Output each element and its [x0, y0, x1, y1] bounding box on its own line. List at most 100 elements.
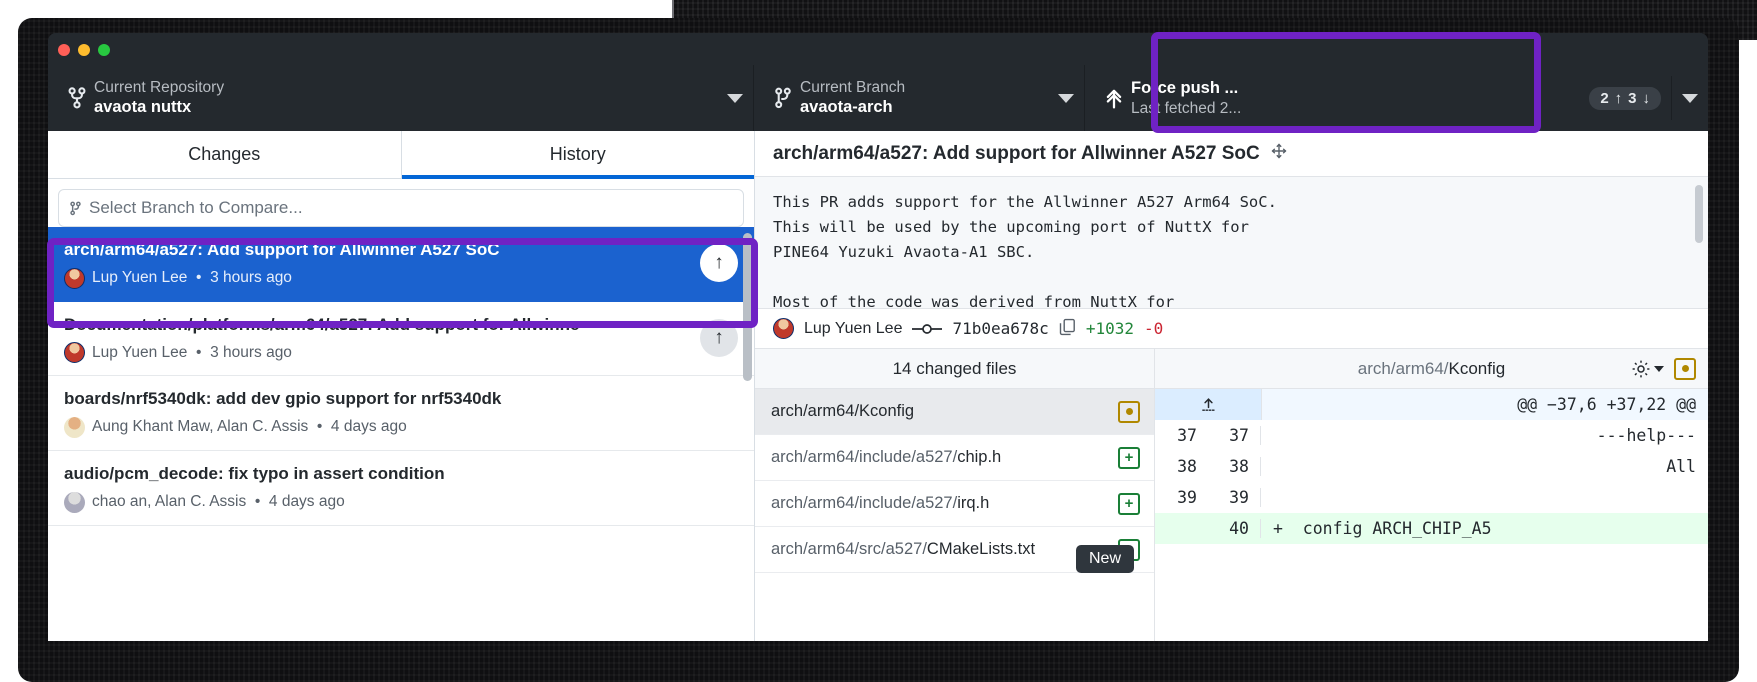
file-path: arch/arm64/src/a527/CMakeLists.txt	[771, 540, 1118, 559]
commit-author: Lup Yuen Lee	[92, 269, 188, 287]
avatar	[64, 267, 85, 289]
commit-list-item-3[interactable]: audio/pcm_decode: fix typo in assert con…	[48, 450, 754, 526]
commit-author-time: Lup Yuen Lee • 3 hours ago	[92, 269, 292, 287]
main-body: Changes History Select Branch to Compare…	[48, 131, 1708, 641]
commit-title: arch/arm64/a527: Add support for Allwinn…	[64, 240, 500, 259]
commit-time: 4 days ago	[330, 418, 407, 436]
branch-chevron-down-icon[interactable]	[1058, 93, 1074, 103]
file-row[interactable]: arch/arm64/Kconfig	[755, 389, 1154, 435]
close-window-button[interactable]	[58, 44, 70, 56]
select-branch-to-compare-input[interactable]: Select Branch to Compare...	[58, 189, 744, 227]
diff-new-line-number: 38	[1208, 457, 1261, 476]
pane-tabs: Changes History	[48, 131, 754, 179]
commit-push-button-0[interactable]: ↑	[700, 244, 738, 283]
arrow-up-icon: ↑	[714, 252, 724, 274]
file-row[interactable]: arch/arm64/include/a527/irq.h +	[755, 481, 1154, 527]
tab-changes-label: Changes	[188, 144, 261, 164]
commit-author: Lup Yuen Lee	[92, 343, 188, 361]
file-directory: arch/arm64/src/a527/	[771, 540, 927, 558]
commit-content-1: Documentation/platforms/arm64/a527: Add …	[64, 313, 688, 364]
file-status-new-icon: +	[1118, 446, 1140, 469]
commit-meta: chao an, Alan C. Assis • 4 days ago	[64, 491, 738, 513]
ahead-behind-badge: 2 ↑ 3 ↓	[1589, 86, 1661, 110]
app-toolbar: Current Repository avaota nuttx Current …	[48, 65, 1708, 131]
commit-sha[interactable]: 71b0ea678c	[952, 319, 1048, 338]
current-repository-label: Current Repository	[94, 78, 225, 96]
chevron-down-icon	[1654, 365, 1664, 372]
file-row[interactable]: arch/arm64/include/a527/chip.h +	[755, 435, 1154, 481]
commit-identity-row: Lup Yuen Lee 71b0ea678c +1032 -0	[755, 309, 1708, 349]
file-path: arch/arm64/Kconfig	[771, 402, 1118, 421]
current-branch-value: avaota-arch	[800, 97, 893, 116]
current-repository-value: avaota nuttx	[94, 97, 192, 116]
diff-hunk-header-row[interactable]: @@ −37,6 +37,22 @@	[1155, 389, 1708, 420]
commit-list-scrollbar[interactable]	[743, 233, 752, 381]
ahead-count: 2	[1600, 89, 1609, 107]
diff-new-line-number: 39	[1208, 488, 1261, 507]
diff-old-line-number: 39	[1177, 488, 1197, 507]
arrow-down-icon: ↓	[1642, 89, 1651, 107]
commit-list-item-0[interactable]: arch/arm64/a527: Add support for Allwinn…	[48, 227, 754, 302]
commit-description-box: This PR adds support for the Allwinner A…	[755, 177, 1708, 309]
diff-body[interactable]: @@ −37,6 +37,22 @@ 37 37 ---help--- 38 3…	[1155, 389, 1708, 641]
diff-status-modified-icon	[1674, 357, 1696, 380]
commit-time: 3 hours ago	[210, 343, 292, 361]
commit-title: Documentation/platforms/arm64/a527: Add …	[64, 314, 580, 334]
copy-icon[interactable]	[1059, 318, 1076, 340]
arrow-up-icon: ↑	[714, 326, 724, 348]
branch-icon	[770, 87, 796, 109]
current-repository-button[interactable]: Current Repository avaota nuttx	[48, 65, 754, 131]
diff-new-line-number: 37	[1208, 426, 1261, 445]
minimize-window-button[interactable]	[78, 44, 90, 56]
expand-up-icon[interactable]	[1155, 389, 1262, 420]
commit-push-button-1[interactable]: ↑	[700, 318, 738, 357]
diff-file-name: Kconfig	[1448, 358, 1506, 378]
diff-file-path: arch/arm64/Kconfig	[1358, 359, 1505, 379]
file-name: chip.h	[957, 448, 1002, 466]
diff-column: arch/arm64/Kconfig @@ −37,6 +37,22 @@ 37…	[1155, 349, 1708, 641]
diff-line: 37 37 ---help---	[1155, 420, 1708, 451]
diff-old-line-number: 37	[1177, 426, 1197, 445]
branch-compare-icon	[69, 201, 89, 216]
new-file-tooltip: New	[1076, 545, 1135, 573]
deletions-count: -0	[1143, 319, 1164, 338]
commit-meta: Aung Khant Maw, Alan C. Assis • 4 days a…	[64, 416, 738, 438]
tab-history[interactable]: History	[400, 131, 755, 179]
commit-title: audio/pcm_decode: fix typo in assert con…	[64, 463, 445, 483]
diff-line-text: ---help---	[1596, 426, 1696, 445]
commit-detail-header: arch/arm64/a527: Add support for Allwinn…	[755, 131, 1708, 177]
force-push-button[interactable]: Force push ... Last fetched 2... 2 ↑ 3 ↓	[1085, 65, 1708, 131]
commit-author: chao an, Alan C. Assis	[92, 493, 247, 511]
commit-list-item-1[interactable]: Documentation/platforms/arm64/a527: Add …	[48, 301, 754, 377]
commit-author-time: chao an, Alan C. Assis • 4 days ago	[92, 493, 345, 511]
avatar	[64, 416, 85, 438]
commit-list-item-2[interactable]: boards/nrf5340dk: add dev gpio support f…	[48, 376, 754, 451]
current-branch-label: Current Branch	[800, 78, 906, 96]
file-name: irq.h	[957, 494, 990, 512]
commit-author-time: Aung Khant Maw, Alan C. Assis • 4 days a…	[92, 418, 407, 436]
description-scrollbar[interactable]	[1695, 185, 1703, 243]
drag-handle-icon[interactable]	[1270, 142, 1288, 165]
right-pane: arch/arm64/a527: Add support for Allwinn…	[755, 131, 1708, 641]
zoom-window-button[interactable]	[98, 44, 110, 56]
commit-content-3: audio/pcm_decode: fix typo in assert con…	[64, 462, 738, 513]
git-commit-icon	[912, 321, 943, 337]
diff-line-added: 40 + config ARCH_CHIP_A5	[1155, 513, 1708, 544]
commit-meta: Lup Yuen Lee • 3 hours ago	[64, 342, 688, 364]
commit-time: 3 hours ago	[210, 269, 292, 287]
commit-list[interactable]: arch/arm64/a527: Add support for Allwinn…	[48, 227, 754, 641]
diff-hunk-header: @@ −37,6 +37,22 @@	[1517, 395, 1696, 414]
tab-changes[interactable]: Changes	[48, 131, 401, 178]
gear-icon	[1632, 360, 1650, 377]
current-branch-button[interactable]: Current Branch avaota-arch	[754, 65, 1085, 131]
commit-content-2: boards/nrf5340dk: add dev gpio support f…	[64, 387, 738, 438]
repository-chevron-down-icon[interactable]	[727, 93, 743, 103]
diff-settings-button[interactable]	[1631, 359, 1664, 379]
force-push-label: Force push ...	[1131, 78, 1239, 97]
commit-time: 4 days ago	[268, 493, 345, 511]
github-desktop-window: Current Repository avaota nuttx Current …	[48, 33, 1708, 641]
diff-line: 39 39	[1155, 482, 1708, 513]
commit-meta: Lup Yuen Lee • 3 hours ago	[64, 267, 688, 289]
push-options-chevron-down-icon[interactable]	[1682, 93, 1698, 103]
traffic-lights	[58, 44, 110, 56]
